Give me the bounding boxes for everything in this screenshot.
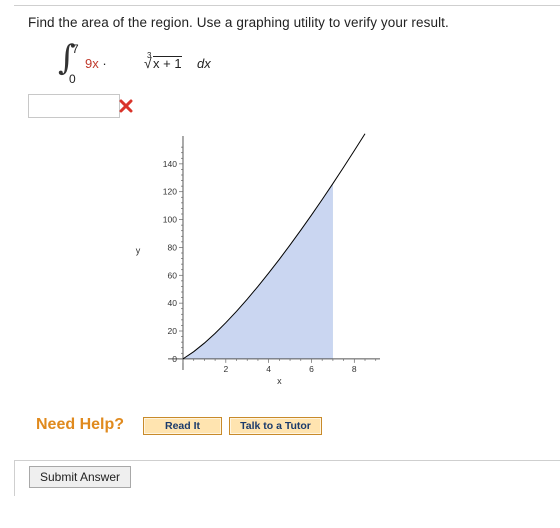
y-tick-label: 100 (163, 215, 177, 225)
y-tick-label: 120 (163, 187, 177, 197)
y-tick-label: 60 (168, 270, 178, 280)
lower-limit: 0 (69, 72, 76, 86)
x-tick-label: 4 (266, 364, 271, 374)
submit-answer-button[interactable]: Submit Answer (29, 466, 131, 488)
radicand: x + 1 (153, 56, 182, 71)
read-it-button[interactable]: Read It (143, 417, 222, 435)
talk-to-tutor-button[interactable]: Talk to a Tutor (229, 417, 322, 435)
shaded-region (182, 183, 333, 359)
y-tick-label: 20 (168, 326, 178, 336)
incorrect-x-icon (119, 99, 133, 113)
top-divider (14, 5, 560, 6)
differential: dx (197, 56, 211, 71)
multiply-dot: · (102, 56, 107, 71)
upper-limit: 7 (72, 42, 79, 56)
x-axis-label: x (277, 376, 282, 386)
shaded-region-hatch (182, 186, 332, 359)
question-text: Find the area of the region. Use a graph… (28, 15, 449, 30)
radical-icon: √ (144, 55, 152, 71)
x-ticks: 2 4 6 8 (182, 358, 377, 374)
coefficient: 9x (85, 56, 99, 71)
y-ticks: 0 20 40 60 80 100 120 140 (163, 146, 183, 364)
y-tick-label: 40 (168, 298, 178, 308)
integrand: 9x · (85, 56, 107, 71)
answer-input[interactable] (28, 94, 120, 118)
x-tick-label: 6 (309, 364, 314, 374)
y-tick-label: 140 (163, 159, 177, 169)
x-tick-label: 2 (223, 364, 228, 374)
need-help-label: Need Help? (36, 416, 125, 433)
y-axis-label: y (136, 245, 141, 255)
bottom-left-divider (14, 460, 15, 496)
integral-expression: ∫ 7 0 9x · 3 √ x + 1 dx (58, 38, 258, 90)
x-tick-label: 8 (352, 364, 357, 374)
y-tick-label: 0 (172, 354, 177, 364)
bottom-divider (14, 460, 560, 461)
area-chart: 0 20 40 60 80 100 120 140 2 4 6 8 x y (136, 133, 380, 386)
y-tick-label: 80 (168, 242, 178, 252)
